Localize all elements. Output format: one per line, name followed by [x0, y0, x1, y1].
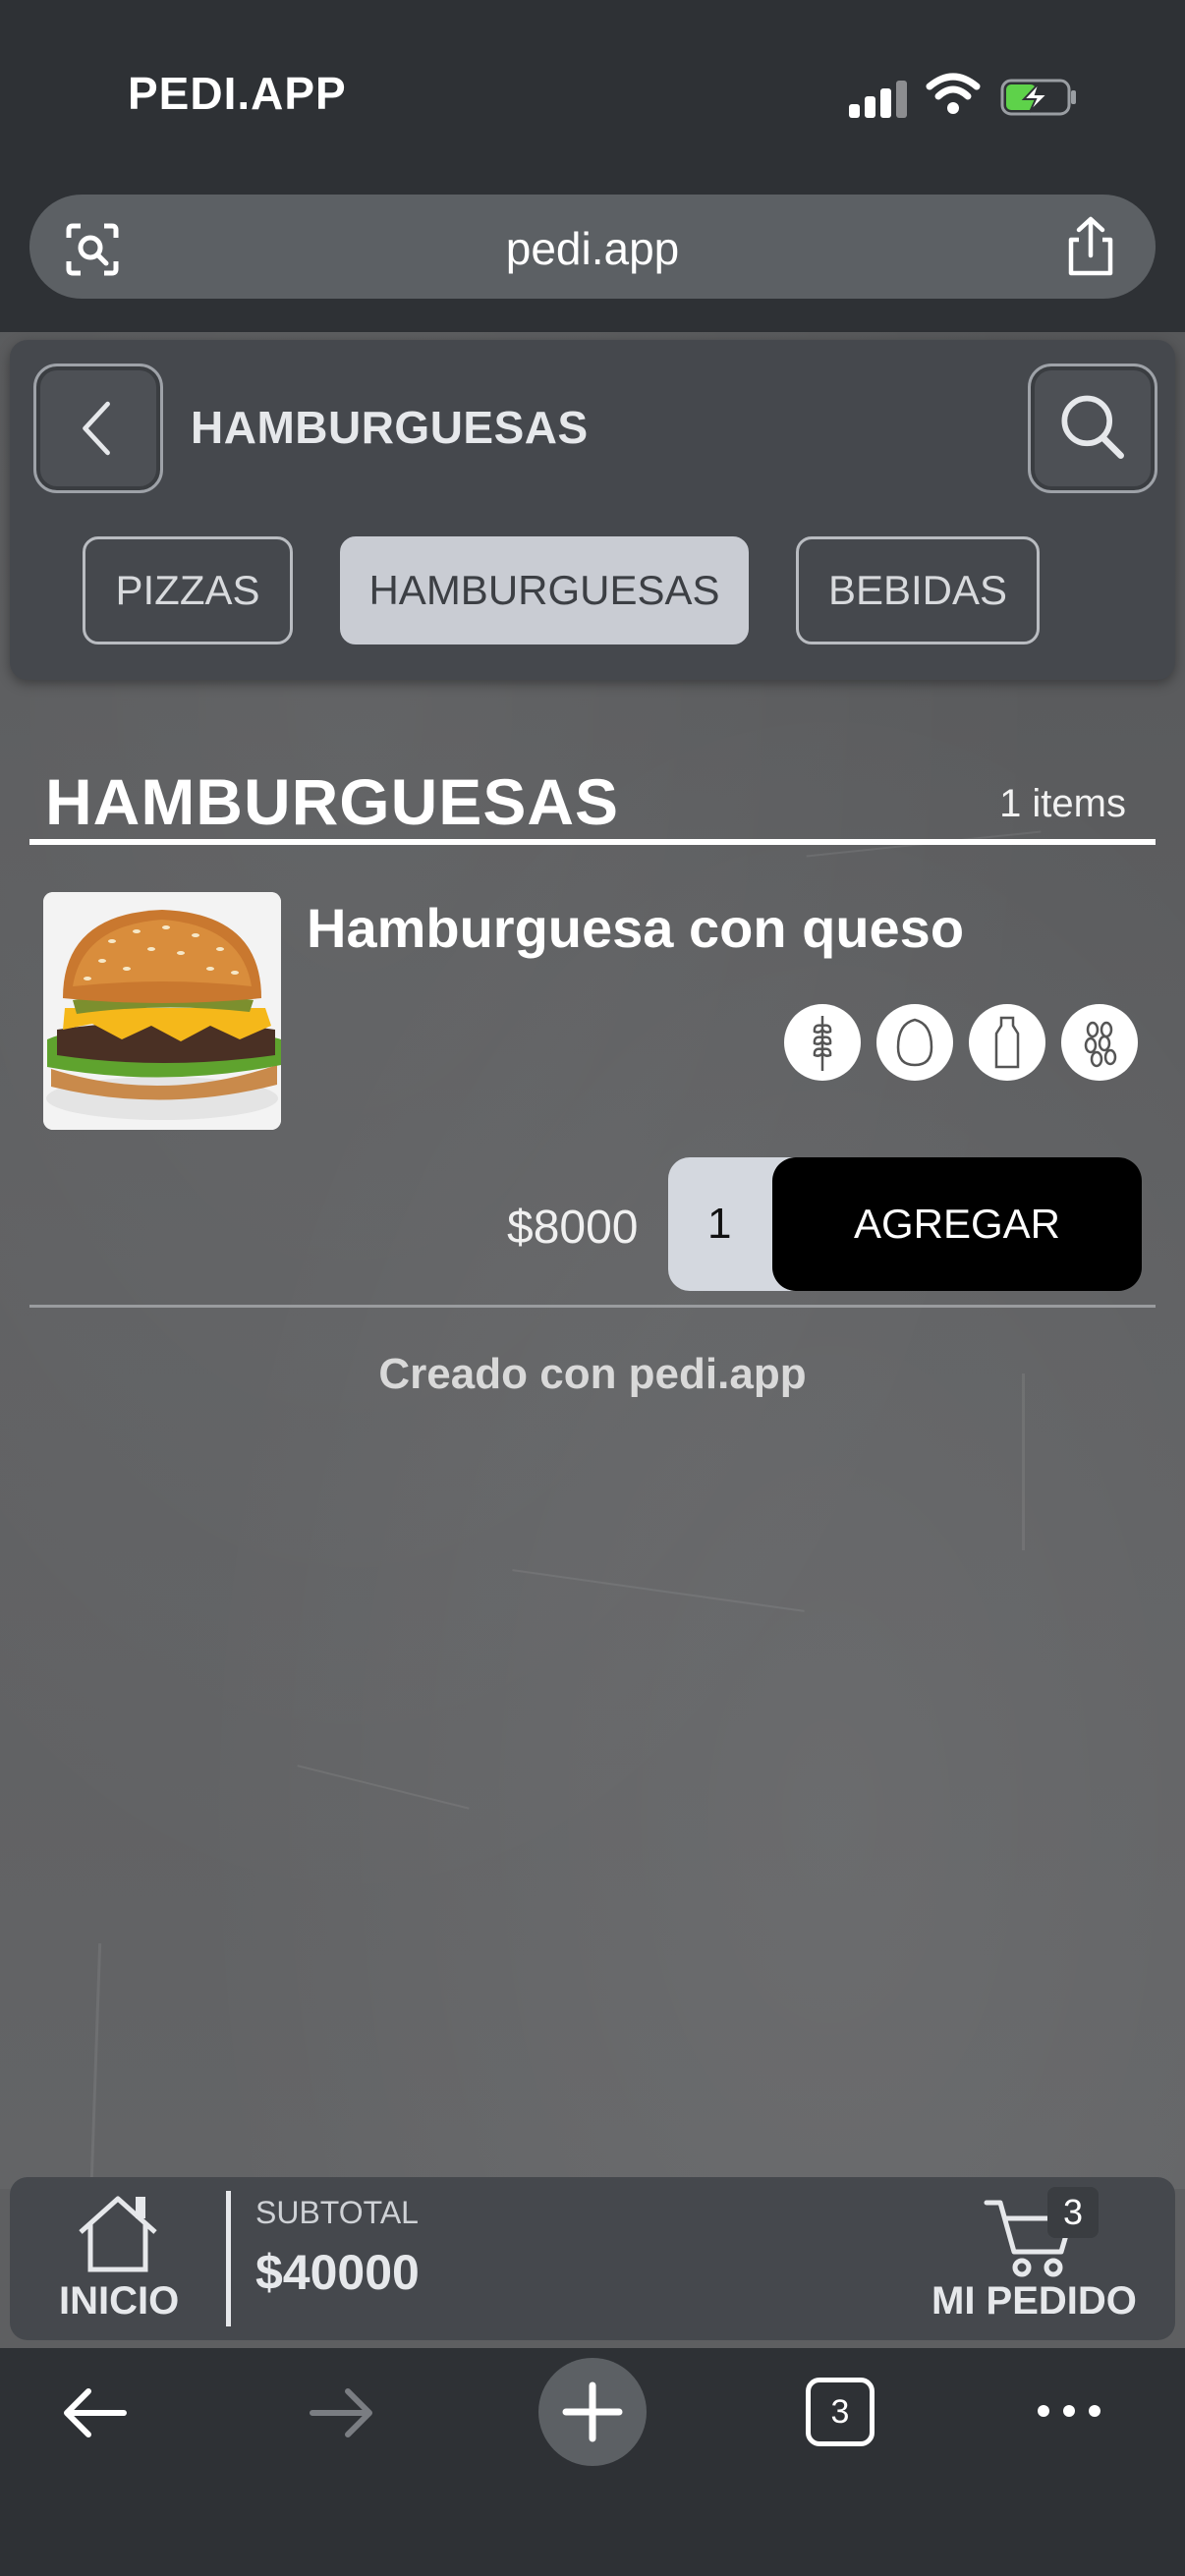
bottom-order-bar: INICIO SUBTOTAL $40000 3 MI PEDIDO	[10, 2177, 1175, 2340]
tab-hamburguesas[interactable]: HAMBURGUESAS	[340, 536, 749, 644]
battery-charging-icon	[1000, 79, 1076, 116]
cellular-signal-icon	[849, 79, 908, 118]
product-image[interactable]	[43, 892, 281, 1130]
cart-count-badge: 3	[1047, 2187, 1099, 2238]
allergen-wheat	[784, 1004, 861, 1081]
url-text: pedi.app	[505, 223, 680, 274]
back-button[interactable]	[33, 364, 163, 493]
subtotal-value: $40000	[255, 2245, 420, 2300]
seeds-icon	[1084, 1021, 1117, 1068]
more-options-icon[interactable]	[1034, 2399, 1104, 2423]
footer-credit[interactable]: Creado con pedi.app	[0, 1350, 1185, 1399]
header-title: HAMBURGUESAS	[191, 402, 589, 453]
plus-icon	[562, 2381, 623, 2442]
subtotal-label: SUBTOTAL	[255, 2195, 419, 2230]
item-count: 1 items	[999, 782, 1126, 825]
section-divider	[29, 839, 1156, 845]
cart-label[interactable]: MI PEDIDO	[931, 2279, 1137, 2324]
allergen-milk	[969, 1004, 1045, 1081]
egg-icon	[896, 1018, 933, 1067]
milk-bottle-icon	[994, 1016, 1020, 1069]
tabs-button[interactable]: 3	[806, 2378, 875, 2446]
add-to-order-button[interactable]: AGREGAR	[772, 1157, 1142, 1291]
forward-arrow-icon[interactable]	[307, 2383, 377, 2442]
wifi-icon	[926, 73, 981, 114]
tab-bebidas[interactable]: BEBIDAS	[796, 536, 1040, 644]
address-bar[interactable]: pedi.app	[29, 195, 1156, 299]
tab-pizzas[interactable]: PIZZAS	[83, 536, 293, 644]
home-label[interactable]: INICIO	[59, 2279, 179, 2324]
product-name[interactable]: Hamburguesa con queso	[307, 896, 964, 960]
carrier-name: PEDI.APP	[128, 68, 347, 119]
share-icon[interactable]	[1063, 216, 1118, 279]
product-price: $8000	[507, 1202, 639, 1254]
item-divider	[29, 1305, 1156, 1308]
wheat-icon	[813, 1016, 832, 1071]
home-icon[interactable]	[71, 2193, 165, 2277]
browser-address-area: pedi.app	[0, 187, 1185, 332]
new-tab-button[interactable]	[538, 2358, 647, 2466]
back-arrow-icon[interactable]	[59, 2383, 130, 2442]
category-header: HAMBURGUESAS PIZZAS HAMBURGUESAS BEBIDAS	[10, 340, 1175, 680]
section-title: HAMBURGUESAS	[45, 765, 620, 838]
allergen-seeds	[1061, 1004, 1138, 1081]
status-bar: PEDI.APP	[0, 0, 1185, 187]
chevron-left-icon	[83, 401, 110, 456]
search-button[interactable]	[1028, 364, 1157, 493]
bar-divider	[226, 2191, 231, 2326]
cheeseburger-image	[43, 892, 281, 1130]
browser-toolbar: 3	[0, 2348, 1185, 2576]
search-icon	[1061, 395, 1124, 460]
allergen-egg	[876, 1004, 953, 1081]
